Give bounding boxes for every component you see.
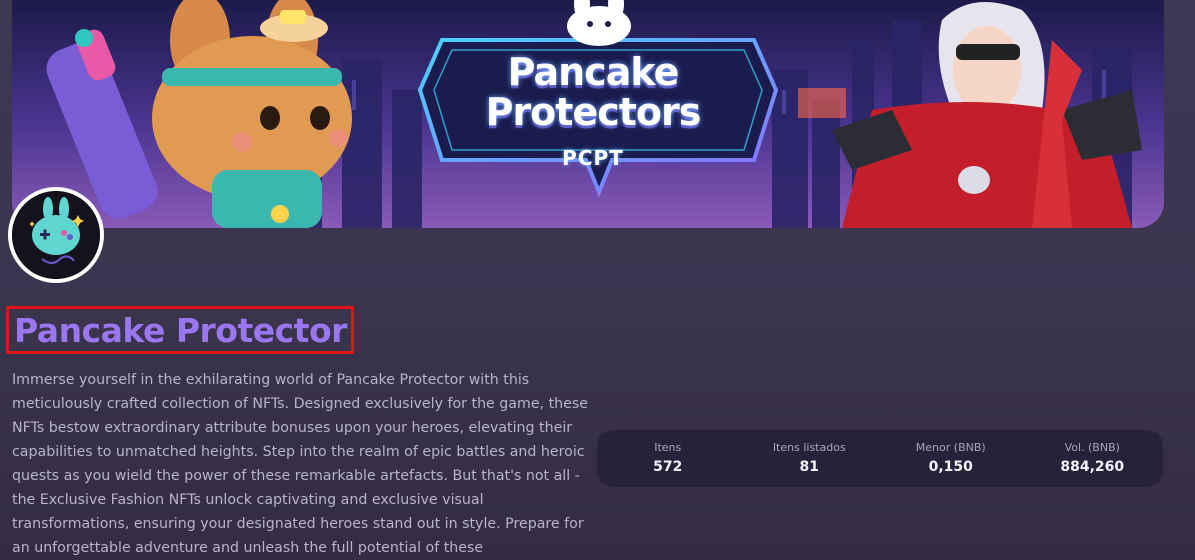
banner-logo: Pancake Protectors PCPT (416, 38, 770, 178)
collection-avatar (8, 187, 104, 283)
collection-stats: Itens 572 Itens listados 81 Menor (BNB) … (597, 430, 1163, 487)
stat-value: 0,150 (928, 458, 973, 475)
stat-label: Itens (654, 440, 682, 454)
collection-banner: Pancake Protectors PCPT (12, 0, 1164, 228)
stat-value: 572 (653, 458, 683, 475)
collection-title: Pancake Protector (6, 306, 354, 354)
stat-label: Menor (BNB) (915, 440, 986, 454)
stat-listed-items: Itens listados 81 (739, 440, 881, 478)
banner-subtitle: PCPT (562, 146, 624, 170)
bunny-gamepad-icon (12, 191, 100, 279)
stat-label: Vol. (BNB) (1064, 440, 1120, 454)
stat-value: 884,260 (1060, 458, 1125, 475)
stat-volume: Vol. (BNB) 884,260 (1022, 440, 1164, 478)
collection-description: Immerse yourself in the exhilarating wor… (12, 372, 588, 556)
stat-value: 81 (799, 458, 819, 475)
stat-items: Itens 572 (597, 440, 739, 478)
stat-floor-price: Menor (BNB) 0,150 (880, 440, 1022, 478)
collection-page: Pancake Protectors PCPT Pancake Protecto… (0, 0, 1195, 560)
stat-label: Itens listados (772, 440, 846, 454)
banner-title: Pancake Protectors (485, 50, 702, 134)
